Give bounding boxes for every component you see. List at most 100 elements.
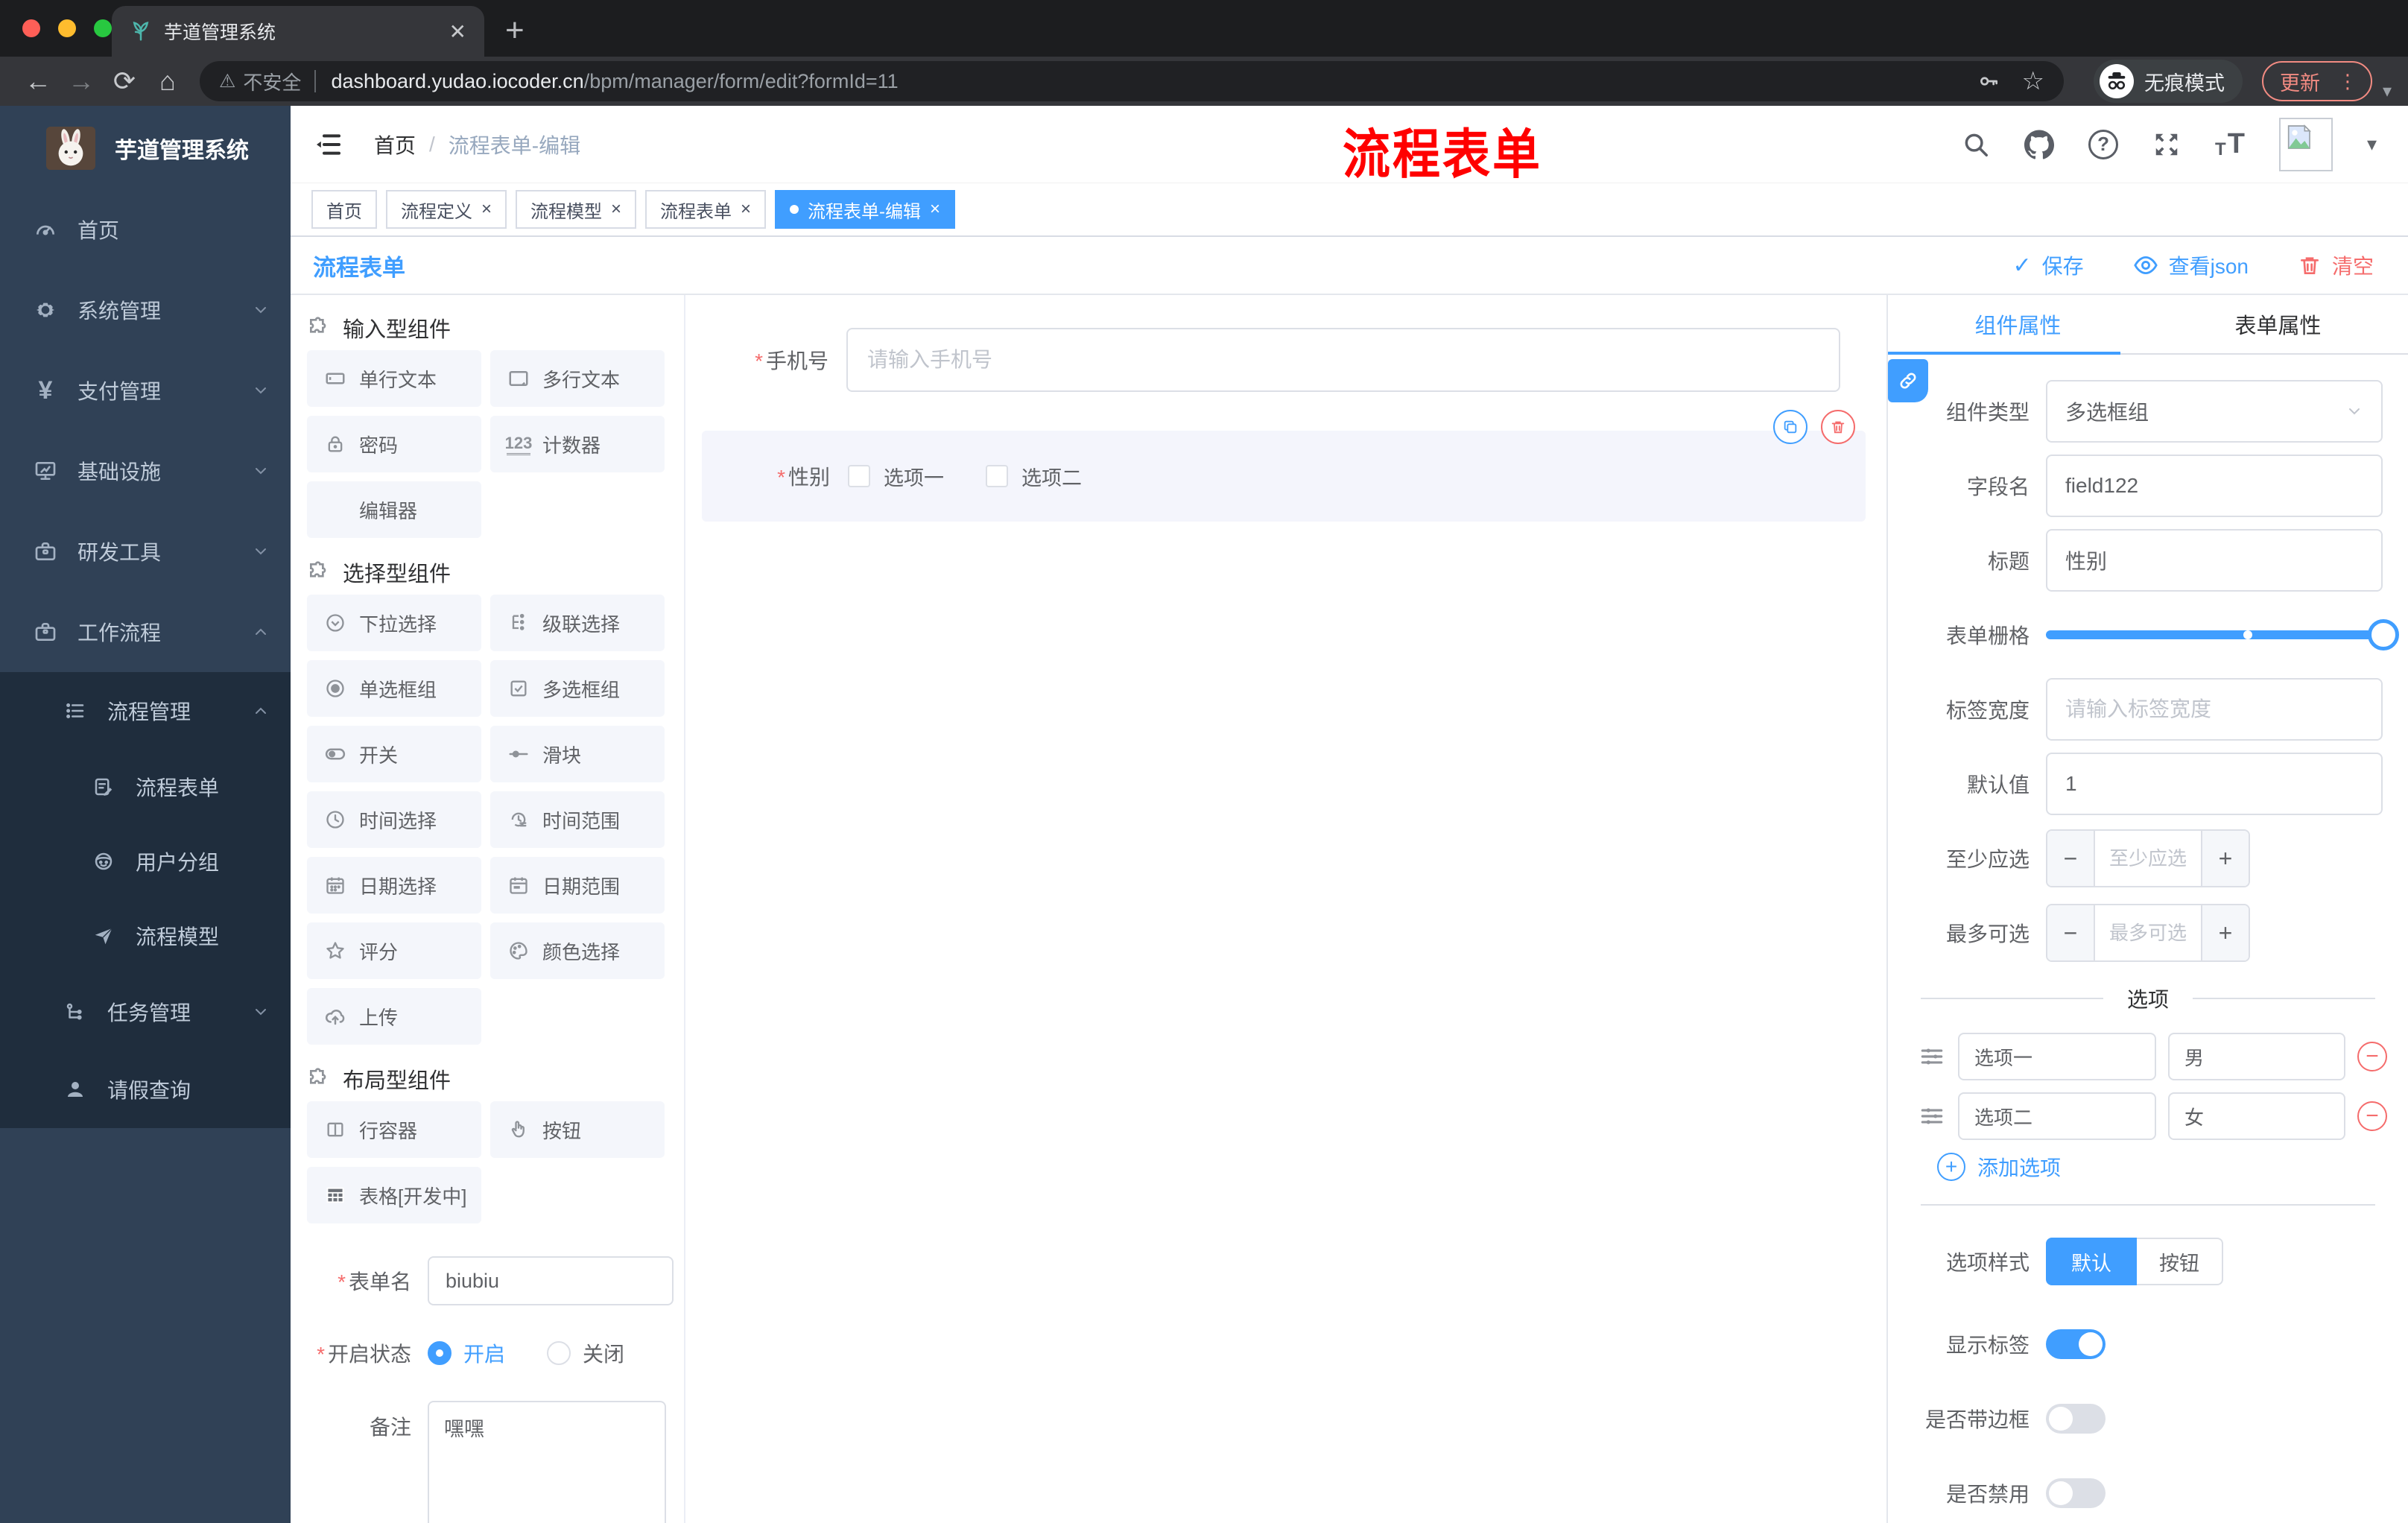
tab-component-props[interactable]: 组件属性 <box>1888 295 2148 353</box>
sidebar-item-leave-query[interactable]: 请假查询 <box>0 1051 291 1128</box>
style-button-button[interactable]: 按钮 <box>2137 1238 2223 1285</box>
tag-process-form[interactable]: 流程表单 × <box>645 190 767 229</box>
new-tab-button[interactable]: + <box>505 12 525 49</box>
label-width-input[interactable] <box>2046 678 2383 741</box>
sidebar-item-process-form[interactable]: 流程表单 <box>0 750 291 824</box>
save-button[interactable]: ✓ 保存 <box>2012 250 2083 280</box>
forward-icon[interactable]: → <box>60 66 103 97</box>
component-button[interactable]: 按钮 <box>490 1101 665 1158</box>
sidebar-item-payment[interactable]: ¥ 支付管理 <box>0 350 291 431</box>
remove-option-icon[interactable]: − <box>2357 1101 2387 1131</box>
tag-process-definition[interactable]: 流程定义 × <box>386 190 507 229</box>
title-input[interactable] <box>2046 529 2383 592</box>
component-switch[interactable]: 开关 <box>307 726 481 782</box>
font-size-icon[interactable]: T T <box>2215 128 2245 160</box>
close-window-button[interactable] <box>22 19 40 37</box>
remove-option-icon[interactable]: − <box>2357 1042 2387 1071</box>
component-color-picker[interactable]: 颜色选择 <box>490 922 665 979</box>
tag-close-icon[interactable]: × <box>481 200 492 218</box>
avatar[interactable] <box>2278 117 2333 171</box>
component-upload[interactable]: 上传 <box>307 988 481 1045</box>
checkbox-unchecked-icon[interactable] <box>986 465 1008 487</box>
sidebar-item-task-mgmt[interactable]: 任务管理 <box>0 973 291 1051</box>
component-date-picker[interactable]: 日期选择 <box>307 857 481 914</box>
breadcrumb-home[interactable]: 首页 <box>374 130 416 159</box>
form-remark-textarea[interactable]: 嘿嘿 <box>428 1401 666 1523</box>
component-multi-text[interactable]: 多行文本 <box>490 350 665 407</box>
field-name-input[interactable] <box>2046 455 2383 517</box>
slider-handle[interactable] <box>2368 619 2399 650</box>
option-1-label-input[interactable] <box>1958 1033 2156 1080</box>
disabled-switch-off[interactable] <box>2046 1478 2106 1508</box>
increase-button[interactable]: + <box>2201 905 2249 960</box>
component-editor[interactable]: 编辑器 <box>307 481 481 538</box>
selected-checkbox-component[interactable]: * 性别 选项一 选项二 <box>702 410 1866 522</box>
show-label-switch-on[interactable] <box>2046 1329 2106 1359</box>
sidebar-item-infra[interactable]: 基础设施 <box>0 431 291 511</box>
component-checkbox-group[interactable]: 多选框组 <box>490 660 665 717</box>
component-select[interactable]: 下拉选择 <box>307 595 481 651</box>
browser-menu-icon[interactable]: ⋮ <box>2332 70 2363 93</box>
url-host[interactable]: dashboard.yudao.iocoder.cn <box>331 70 583 93</box>
border-switch-off[interactable] <box>2046 1404 2106 1434</box>
tab-close-icon[interactable]: ✕ <box>449 19 466 44</box>
tag-process-form-edit-active[interactable]: 流程表单-编辑 × <box>775 190 956 229</box>
tag-close-icon[interactable]: × <box>741 200 751 218</box>
sidebar-item-workflow[interactable]: 工作流程 <box>0 592 291 672</box>
avatar-caret-down-icon[interactable]: ▾ <box>2367 133 2377 156</box>
sidebar-item-devtools[interactable]: 研发工具 <box>0 511 291 592</box>
password-key-icon[interactable] <box>1977 69 2000 93</box>
form-grid-slider[interactable] <box>2046 619 2399 650</box>
window-controls[interactable] <box>22 19 112 37</box>
checkbox-unchecked-icon[interactable] <box>848 465 870 487</box>
component-type-select[interactable]: 多选框组 <box>2046 380 2383 443</box>
chrome-caret-down-icon[interactable]: ▾ <box>2383 80 2392 102</box>
delete-component-button[interactable] <box>1821 410 1855 444</box>
component-radio-group[interactable]: 单选框组 <box>307 660 481 717</box>
component-single-text[interactable]: 单行文本 <box>307 350 481 407</box>
radio-open[interactable]: 开启 <box>428 1338 505 1368</box>
browser-tab[interactable]: 芋道管理系统 ✕ <box>112 6 484 57</box>
url-path[interactable]: /bpm/manager/form/edit?formId=11 <box>584 70 899 93</box>
component-counter[interactable]: 123 计数器 <box>490 416 665 472</box>
default-value-input[interactable] <box>2046 753 2383 815</box>
component-cascader[interactable]: 级联选择 <box>490 595 665 651</box>
home-icon[interactable]: ⌂ <box>146 66 189 97</box>
clear-button[interactable]: 清空 <box>2298 250 2374 280</box>
sidebar-item-process-mgmt[interactable]: 流程管理 <box>0 672 291 750</box>
component-password[interactable]: 密码 <box>307 416 481 472</box>
radio-closed[interactable]: 关闭 <box>547 1338 624 1368</box>
component-time-range[interactable]: 时间范围 <box>490 791 665 848</box>
tag-close-icon[interactable]: × <box>611 200 621 218</box>
minimize-window-button[interactable] <box>58 19 76 37</box>
tag-process-model[interactable]: 流程模型 × <box>516 190 637 229</box>
view-json-button[interactable]: 查看json <box>2133 250 2249 280</box>
update-label[interactable]: 更新 <box>2280 67 2320 96</box>
option-2-value-input[interactable] <box>2168 1092 2345 1140</box>
checkbox-option-1[interactable]: 选项一 <box>848 462 944 491</box>
increase-button[interactable]: + <box>2201 831 2249 886</box>
github-icon[interactable] <box>2024 129 2055 159</box>
back-icon[interactable]: ← <box>16 66 60 97</box>
add-option-button[interactable]: + 添加选项 <box>1937 1152 2408 1182</box>
tag-close-icon[interactable]: × <box>930 200 940 218</box>
bookmark-star-icon[interactable]: ☆ <box>2021 66 2044 96</box>
field-link-tag[interactable] <box>1888 359 1928 402</box>
option-1-value-input[interactable] <box>2168 1033 2345 1080</box>
fullscreen-icon[interactable] <box>2152 130 2181 159</box>
sidebar-item-user-group[interactable]: 用户分组 <box>0 824 291 899</box>
sidebar-item-system[interactable]: 系统管理 <box>0 270 291 350</box>
reload-icon[interactable]: ⟳ <box>103 66 146 97</box>
help-icon[interactable]: ? <box>2088 129 2119 159</box>
address-bar[interactable]: ⚠ 不安全 dashboard.yudao.iocoder.cn /bpm/ma… <box>200 61 2064 101</box>
search-icon[interactable] <box>1962 130 1990 159</box>
tag-home[interactable]: 首页 <box>311 190 377 229</box>
component-table-dev[interactable]: 表格[开发中] <box>307 1167 481 1223</box>
component-time-picker[interactable]: 时间选择 <box>307 791 481 848</box>
tab-form-props[interactable]: 表单属性 <box>2148 295 2408 353</box>
min-checked-input[interactable] <box>2095 831 2201 886</box>
component-slider[interactable]: 滑块 <box>490 726 665 782</box>
style-default-button[interactable]: 默认 <box>2046 1238 2137 1285</box>
phone-input[interactable] <box>846 328 1840 392</box>
max-checked-input[interactable] <box>2095 905 2201 960</box>
